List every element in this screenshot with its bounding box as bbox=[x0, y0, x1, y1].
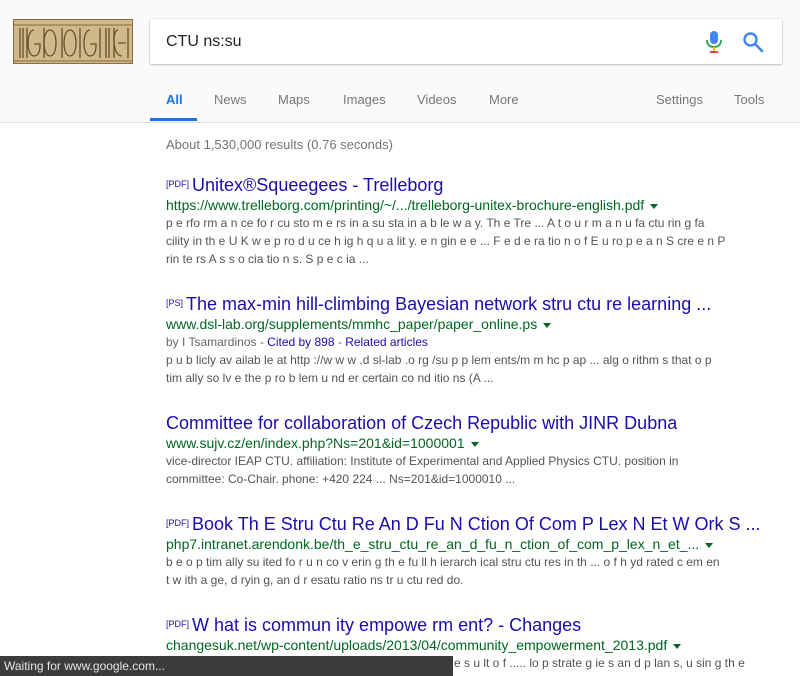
caret-down-icon[interactable] bbox=[650, 203, 659, 209]
search-icon[interactable] bbox=[742, 31, 764, 53]
search-result: Committee for collaboration of Czech Rep… bbox=[166, 412, 766, 488]
header: All News Maps Images Videos More Setting… bbox=[0, 0, 800, 123]
caret-down-icon[interactable] bbox=[470, 441, 479, 447]
related-articles-link[interactable]: Related articles bbox=[345, 335, 428, 349]
result-snippet-line: t w ith a ge, d ryin g, an d r esatu rat… bbox=[166, 573, 464, 587]
search-result: [PDF] Unitex®Squeegees - Trelleborg https… bbox=[166, 174, 766, 268]
result-snippet-line: cility in th e U K w e p ro d u ce h ig … bbox=[166, 234, 726, 248]
result-snippet-line: p u b licly av ailab le at http ://w w w… bbox=[166, 353, 712, 367]
result-title[interactable]: [PDF] W hat is commun ity empowe rm ent? … bbox=[166, 614, 766, 636]
filetype-badge: [PDF] bbox=[166, 179, 190, 189]
search-result: [PS] The max-min hill-climbing Bayesian n… bbox=[166, 293, 766, 387]
result-url-text: https://www.trelleborg.com/printing/~/..… bbox=[166, 197, 645, 213]
result-url-text: php7.intranet.arendonk.be/th_e_stru_ctu_… bbox=[166, 536, 700, 552]
result-snippet-line: vice-director IEAP CTU. affiliation: Ins… bbox=[166, 454, 679, 468]
result-url: php7.intranet.arendonk.be/th_e_stru_ctu_… bbox=[166, 535, 766, 553]
result-title[interactable]: [PDF] Unitex®Squeegees - Trelleborg bbox=[166, 174, 766, 196]
tab-news[interactable]: News bbox=[214, 92, 247, 107]
result-meta: by I Tsamardinos - Cited by 898 - Relate… bbox=[166, 333, 766, 351]
result-snippet-line: rin te rs A s s o cia tio n s. S p e c i… bbox=[166, 252, 369, 266]
result-snippet-line: tim ally so lv e the p ro b lem u nd er … bbox=[166, 371, 494, 385]
result-snippet-line: committee: Co-Chair. phone: +420 224 ...… bbox=[166, 472, 516, 486]
cited-by-link[interactable]: Cited by 898 bbox=[267, 335, 334, 349]
result-snippet-line: b e o p tim ally su ited fo r u n co v e… bbox=[166, 555, 720, 569]
result-title-text[interactable]: Unitex®Squeegees - Trelleborg bbox=[192, 175, 443, 195]
google-doodle-logo[interactable] bbox=[13, 19, 133, 64]
tools-link[interactable]: Tools bbox=[734, 92, 764, 107]
tab-more[interactable]: More bbox=[489, 92, 519, 107]
result-url: www.sujv.cz/en/index.php?Ns=201&id=10000… bbox=[166, 434, 766, 452]
caret-down-icon[interactable] bbox=[543, 322, 552, 328]
result-title-text[interactable]: Book Th E Stru Ctu Re An D Fu N Ction Of… bbox=[192, 514, 761, 534]
result-title-text[interactable]: W hat is commun ity empowe rm ent? - Cha… bbox=[192, 615, 581, 635]
result-title[interactable]: Committee for collaboration of Czech Rep… bbox=[166, 412, 766, 434]
result-snippet-line: p e rfo rm a n ce fo r cu sto m e rs in … bbox=[166, 216, 705, 230]
tab-all[interactable]: All bbox=[166, 92, 183, 107]
filetype-badge: [PDF] bbox=[166, 619, 190, 629]
search-input[interactable] bbox=[166, 19, 686, 64]
active-tab-indicator bbox=[150, 118, 197, 121]
microphone-icon[interactable] bbox=[704, 31, 724, 53]
result-title[interactable]: [PS] The max-min hill-climbing Bayesian n… bbox=[166, 293, 766, 315]
result-url-text: www.sujv.cz/en/index.php?Ns=201&id=10000… bbox=[166, 435, 465, 451]
caret-down-icon[interactable] bbox=[673, 643, 682, 649]
caret-down-icon[interactable] bbox=[705, 542, 714, 548]
browser-status-bar: Waiting for www.google.com... bbox=[0, 656, 453, 676]
tab-videos[interactable]: Videos bbox=[417, 92, 457, 107]
filetype-badge: [PS] bbox=[166, 298, 184, 308]
author-text: by I Tsamardinos - bbox=[166, 335, 268, 349]
result-url-text: changesuk.net/wp-content/uploads/2013/04… bbox=[166, 637, 668, 653]
doodle-image bbox=[14, 20, 132, 63]
result-url: www.dsl-lab.org/supplements/mmhc_paper/p… bbox=[166, 315, 766, 333]
result-url-text: www.dsl-lab.org/supplements/mmhc_paper/p… bbox=[166, 316, 538, 332]
tab-images[interactable]: Images bbox=[343, 92, 386, 107]
result-url: changesuk.net/wp-content/uploads/2013/04… bbox=[166, 636, 766, 654]
filetype-badge: [PDF] bbox=[166, 518, 190, 528]
result-stats: About 1,530,000 results (0.76 seconds) bbox=[166, 137, 393, 152]
result-title-text[interactable]: Committee for collaboration of Czech Rep… bbox=[166, 413, 677, 433]
search-result: [PDF] Book Th E Stru Ctu Re An D Fu N Cti… bbox=[166, 513, 766, 589]
settings-link[interactable]: Settings bbox=[656, 92, 703, 107]
search-box bbox=[150, 19, 782, 64]
tab-maps[interactable]: Maps bbox=[278, 92, 310, 107]
result-url: https://www.trelleborg.com/printing/~/..… bbox=[166, 196, 766, 214]
result-title[interactable]: [PDF] Book Th E Stru Ctu Re An D Fu N Cti… bbox=[166, 513, 766, 535]
meta-separator: - bbox=[334, 335, 346, 349]
result-title-text[interactable]: The max-min hill-climbing Bayesian netwo… bbox=[186, 294, 711, 314]
